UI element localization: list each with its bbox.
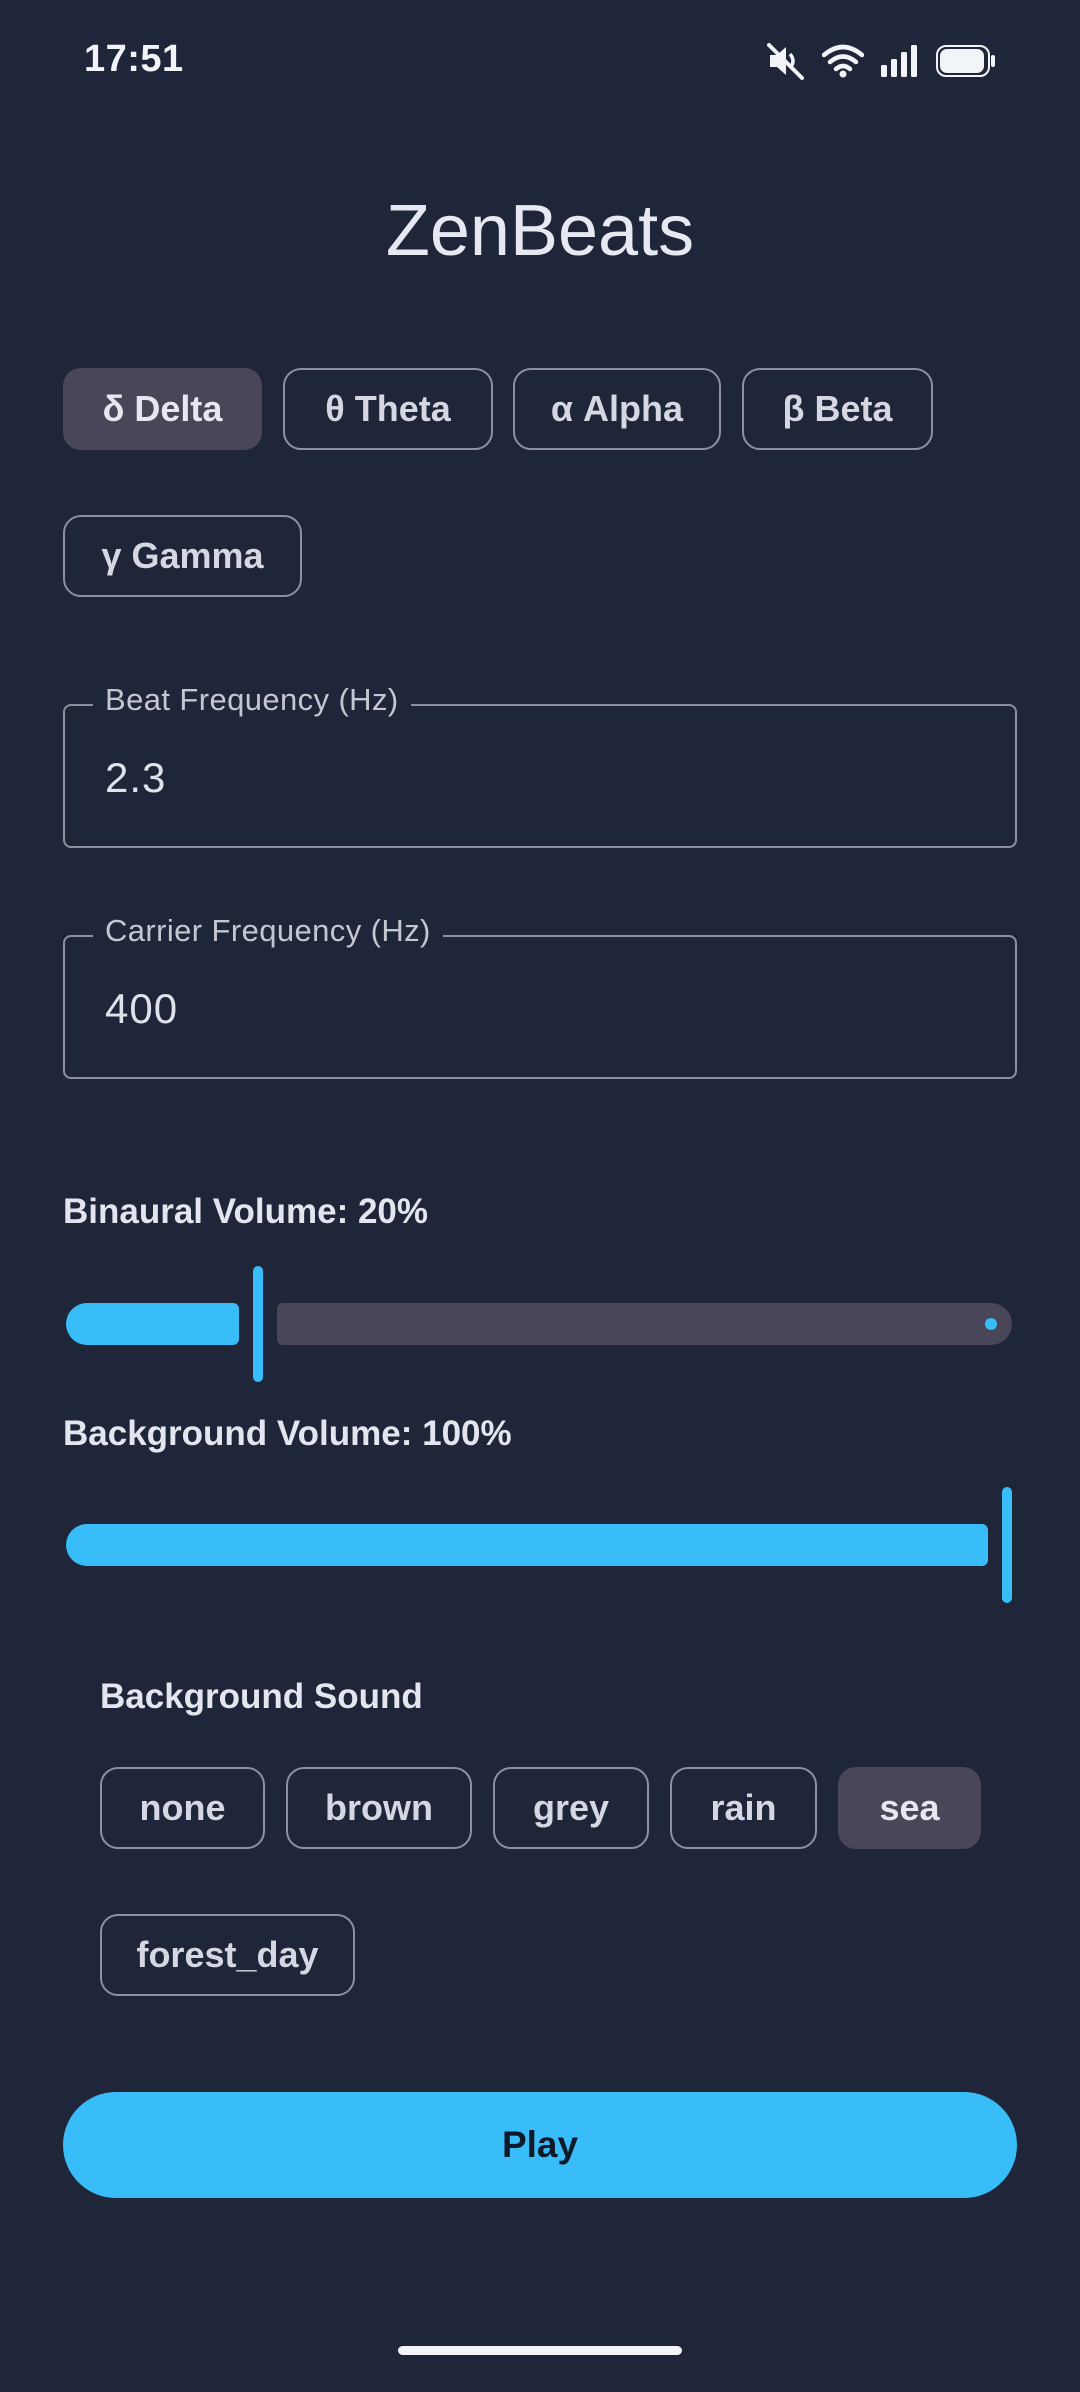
beat-frequency-field[interactable]: Beat Frequency (Hz) 2.3	[63, 682, 1017, 848]
play-button[interactable]: Play	[63, 2092, 1017, 2198]
carrier-frequency-value[interactable]: 400	[105, 985, 178, 1033]
sound-chip-grey[interactable]: grey	[493, 1767, 649, 1849]
preset-chip-gamma[interactable]: γ Gamma	[63, 515, 302, 597]
slider-thumb[interactable]	[253, 1266, 263, 1382]
slider-active-track	[66, 1524, 988, 1566]
wifi-icon	[822, 44, 864, 78]
background-sound-label: Background Sound	[100, 1677, 423, 1716]
slider-active-track	[66, 1303, 239, 1345]
status-icons	[766, 42, 996, 80]
status-bar: 17:51	[0, 0, 1080, 120]
app-title: ZenBeats	[385, 191, 695, 271]
slider-inactive-track	[277, 1303, 1012, 1345]
preset-chip-alpha[interactable]: α Alpha	[513, 368, 721, 450]
sound-chip-label: forest_day	[136, 1934, 319, 1975]
sound-chip-label: grey	[532, 1787, 610, 1828]
sound-chip-none[interactable]: none	[100, 1767, 265, 1849]
play-button-label: Play	[501, 2124, 579, 2165]
mute-icon	[766, 42, 806, 80]
preset-chip-label: θ Theta	[325, 388, 451, 429]
sound-chip-label: brown	[325, 1787, 433, 1828]
home-indicator[interactable]	[398, 2346, 682, 2355]
carrier-frequency-label: Carrier Frequency (Hz)	[93, 913, 443, 949]
sound-chip-forest-day[interactable]: forest_day	[100, 1914, 355, 1996]
signal-icon	[880, 45, 920, 77]
binaural-volume-label: Binaural Volume: 20%	[63, 1192, 429, 1231]
slider-thumb[interactable]	[1002, 1487, 1012, 1603]
background-volume-label: Background Volume: 100%	[63, 1414, 512, 1453]
slider-stop-indicator	[985, 1318, 997, 1330]
background-volume-slider[interactable]	[66, 1485, 1012, 1605]
sound-chip-brown[interactable]: brown	[286, 1767, 472, 1849]
sound-chip-label: sea	[879, 1787, 940, 1828]
preset-chip-label: α Alpha	[550, 388, 684, 429]
beat-frequency-value[interactable]: 2.3	[105, 754, 166, 802]
preset-chip-label: γ Gamma	[101, 535, 264, 576]
binaural-volume-slider[interactable]	[66, 1264, 1012, 1384]
sound-chip-rain[interactable]: rain	[670, 1767, 817, 1849]
status-time: 17:51	[84, 38, 184, 80]
battery-icon	[936, 45, 996, 77]
preset-chip-beta[interactable]: β Beta	[742, 368, 933, 450]
carrier-frequency-field[interactable]: Carrier Frequency (Hz) 400	[63, 913, 1017, 1079]
preset-chip-label: β Beta	[782, 388, 893, 429]
sound-chip-label: none	[139, 1787, 226, 1828]
sound-chip-sea[interactable]: sea	[838, 1767, 981, 1849]
preset-chip-label: δ Delta	[102, 388, 223, 429]
preset-chip-delta[interactable]: δ Delta	[63, 368, 262, 450]
beat-frequency-label: Beat Frequency (Hz)	[93, 682, 411, 718]
preset-chip-theta[interactable]: θ Theta	[283, 368, 493, 450]
sound-chip-label: rain	[710, 1787, 777, 1828]
app-screen: 17:51 ZenBeats δ Delta θ Theta α Alpha β…	[0, 0, 1080, 2392]
